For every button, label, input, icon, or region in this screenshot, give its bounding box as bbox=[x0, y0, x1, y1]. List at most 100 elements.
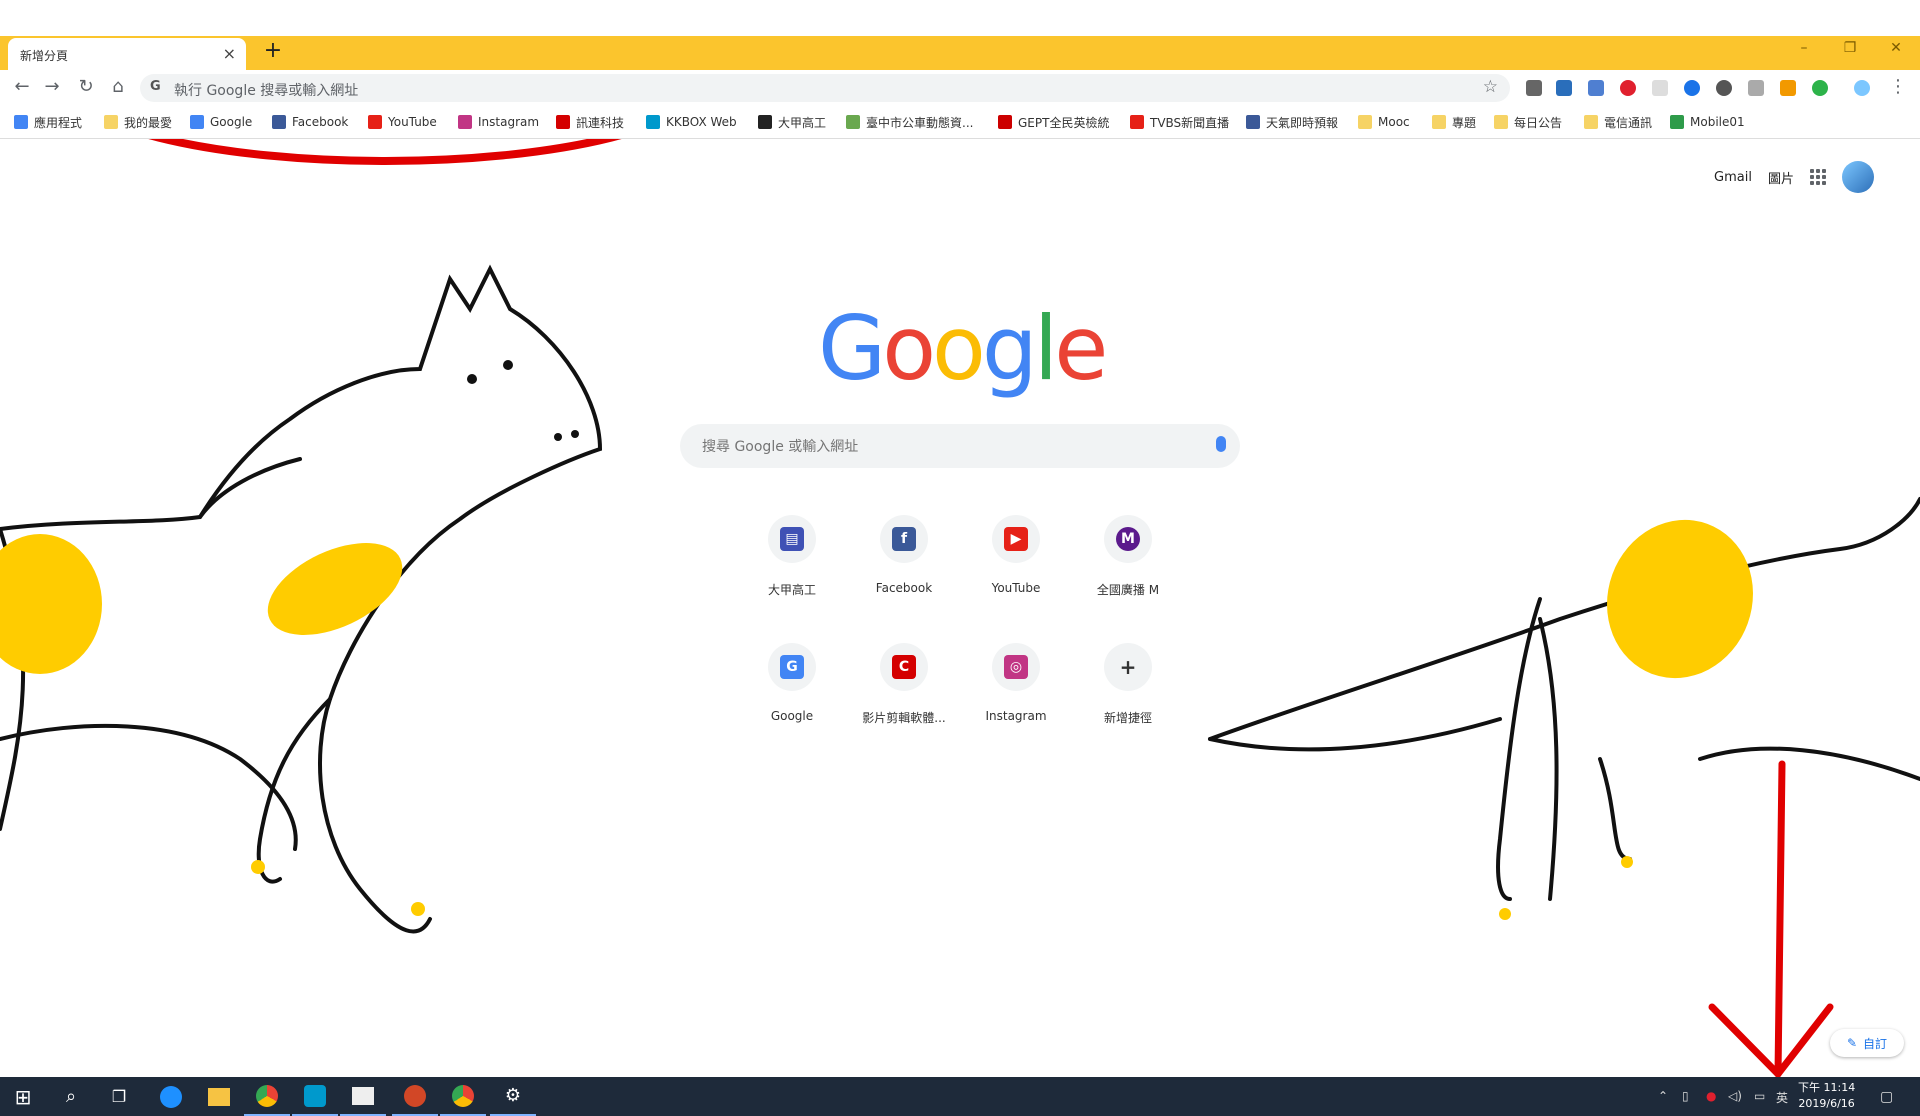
chrome-profile-icon[interactable] bbox=[440, 1077, 486, 1116]
bookmark-item[interactable]: 訊連科技 bbox=[556, 113, 624, 131]
shortcut-icon: ▶ bbox=[992, 515, 1040, 563]
bookmark-item[interactable]: 大甲高工 bbox=[758, 113, 826, 131]
bookmark-item[interactable]: TVBS新聞直播 bbox=[1130, 113, 1229, 131]
bookmark-item[interactable]: Mooc bbox=[1358, 113, 1410, 131]
bookmark-item[interactable]: Instagram bbox=[458, 113, 539, 131]
kkbox-icon[interactable] bbox=[292, 1077, 338, 1116]
ext-blue-icon[interactable] bbox=[1684, 80, 1700, 96]
images-link[interactable]: 圖片 bbox=[1768, 168, 1794, 187]
home-button[interactable]: ⌂ bbox=[106, 76, 130, 97]
ext-shield-icon[interactable] bbox=[1652, 80, 1668, 96]
windows-taskbar: ⊞ ⌕ ❐ ⚙ ⌃ ▯ ● ◁) ▭ 英 下午 11:14 2019/6/16 … bbox=[0, 1077, 1920, 1116]
google-logo: Google bbox=[818, 297, 1108, 400]
shortcut-glyph: ▤ bbox=[780, 527, 804, 551]
photos-icon[interactable] bbox=[340, 1077, 386, 1116]
search-input[interactable] bbox=[700, 434, 1184, 460]
bookmark-label: YouTube bbox=[388, 115, 437, 129]
bookmark-item[interactable]: GEPT全民英檢統 bbox=[998, 113, 1109, 131]
microphone-icon[interactable] bbox=[1216, 436, 1226, 452]
shortcut-tile[interactable]: ▤ 大甲高工 bbox=[736, 505, 848, 617]
tray-battery-icon[interactable]: ▯ bbox=[1682, 1089, 1689, 1103]
tray-chevron-icon[interactable]: ⌃ bbox=[1658, 1089, 1668, 1103]
reload-button[interactable]: ↻ bbox=[74, 76, 98, 97]
ext-chat-icon[interactable] bbox=[1716, 80, 1732, 96]
shortcut-label: 大甲高工 bbox=[767, 583, 816, 597]
file-explorer-icon[interactable] bbox=[196, 1077, 242, 1116]
bookmark-item[interactable]: Google bbox=[190, 113, 252, 131]
shortcut-tile[interactable]: + 新增捷徑 bbox=[1072, 633, 1184, 745]
omnibox[interactable]: G 執行 Google 搜尋或輸入網址 ☆ bbox=[140, 74, 1510, 102]
restore-button[interactable]: ❐ bbox=[1830, 40, 1870, 56]
bookmark-item[interactable]: 我的最愛 bbox=[104, 113, 172, 131]
calendar-ext-icon[interactable] bbox=[1556, 80, 1572, 96]
gept-icon bbox=[998, 115, 1012, 129]
menu-icon[interactable]: ⋮ bbox=[1886, 76, 1910, 97]
task-view-icon[interactable]: ❐ bbox=[96, 1077, 142, 1116]
bookmark-item[interactable]: 每日公告 bbox=[1494, 113, 1562, 131]
folder-icon bbox=[1494, 115, 1508, 129]
bookmark-label: Mooc bbox=[1378, 115, 1410, 129]
start-button[interactable]: ⊞ bbox=[0, 1077, 46, 1116]
red-circle-annotation bbox=[148, 139, 622, 165]
minimize-button[interactable]: – bbox=[1784, 40, 1824, 56]
pencil-icon: ✎ bbox=[1846, 1036, 1858, 1050]
tray-app-icon[interactable]: ● bbox=[1706, 1089, 1716, 1103]
chrome-icon[interactable] bbox=[244, 1077, 290, 1116]
bookmark-item[interactable]: Facebook bbox=[272, 113, 348, 131]
customize-button[interactable]: ✎ 自訂 bbox=[1830, 1029, 1904, 1057]
shortcut-tile[interactable]: f Facebook bbox=[848, 505, 960, 617]
edge-icon[interactable] bbox=[148, 1077, 194, 1116]
taskbar-clock[interactable]: 下午 11:14 2019/6/16 bbox=[1798, 1080, 1855, 1112]
notification-icon[interactable]: ▢ bbox=[1880, 1089, 1893, 1105]
ext-orange-icon[interactable] bbox=[1780, 80, 1796, 96]
shortcut-tile[interactable]: G Google bbox=[736, 633, 848, 745]
close-window-button[interactable]: ✕ bbox=[1876, 40, 1916, 56]
new-tab-button[interactable]: + bbox=[260, 38, 286, 63]
bookmark-item[interactable]: KKBOX Web bbox=[646, 113, 737, 131]
shortcut-tile[interactable]: M 全國廣播 M bbox=[1072, 505, 1184, 617]
forward-button[interactable]: → bbox=[40, 76, 64, 97]
bookmark-item[interactable]: 專題 bbox=[1432, 113, 1476, 131]
gmail-link[interactable]: Gmail bbox=[1714, 170, 1752, 185]
facebook-icon bbox=[1246, 115, 1260, 129]
shortcut-icon: + bbox=[1104, 643, 1152, 691]
profile-avatar[interactable] bbox=[1854, 80, 1870, 96]
gmail-ext-icon[interactable] bbox=[1526, 80, 1542, 96]
shortcut-tile[interactable]: C 影片剪輯軟體... bbox=[848, 633, 960, 745]
bookmark-item[interactable]: YouTube bbox=[368, 113, 437, 131]
account-avatar[interactable] bbox=[1842, 161, 1874, 193]
shortcut-glyph: ◎ bbox=[1004, 655, 1028, 679]
tab-close-icon[interactable]: × bbox=[223, 44, 236, 63]
shortcut-icon: C bbox=[880, 643, 928, 691]
school-icon bbox=[758, 115, 772, 129]
search-box[interactable] bbox=[680, 424, 1240, 468]
bookmark-star-icon[interactable]: ☆ bbox=[1483, 77, 1498, 97]
folder-icon bbox=[1358, 115, 1372, 129]
shortcut-tile[interactable]: ◎ Instagram bbox=[960, 633, 1072, 745]
bookmark-label: Mobile01 bbox=[1690, 115, 1745, 129]
tray-volume-icon[interactable]: ◁) bbox=[1728, 1089, 1742, 1103]
shortcut-icon: f bbox=[880, 515, 928, 563]
shortcut-glyph: ▶ bbox=[1004, 527, 1028, 551]
bookmark-item[interactable]: 天氣即時預報 bbox=[1246, 113, 1338, 131]
shortcut-tile[interactable]: ▶ YouTube bbox=[960, 505, 1072, 617]
tray-language-icon[interactable]: 英 bbox=[1776, 1089, 1788, 1106]
search-icon[interactable]: ⌕ bbox=[48, 1077, 94, 1116]
bookmark-item[interactable]: 應用程式 bbox=[14, 113, 82, 131]
apps-grid-icon[interactable] bbox=[1810, 169, 1826, 185]
bookmark-item[interactable]: Mobile01 bbox=[1670, 113, 1745, 131]
bookmark-item[interactable]: 電信通訊 bbox=[1584, 113, 1652, 131]
powerpoint-icon[interactable] bbox=[392, 1077, 438, 1116]
ext-green-icon[interactable] bbox=[1812, 80, 1828, 96]
bookmark-label: TVBS新聞直播 bbox=[1150, 115, 1230, 130]
ext-red-icon[interactable] bbox=[1620, 80, 1636, 96]
settings-gear-icon[interactable]: ⚙ bbox=[490, 1077, 536, 1116]
ext-pdf-icon[interactable] bbox=[1748, 80, 1764, 96]
mobile01-icon bbox=[1670, 115, 1684, 129]
back-button[interactable]: ← bbox=[10, 76, 34, 97]
tray-network-icon[interactable]: ▭ bbox=[1754, 1089, 1765, 1103]
translate-ext-icon[interactable] bbox=[1588, 80, 1604, 96]
bookmark-item[interactable]: 臺中市公車動態資... bbox=[846, 113, 973, 131]
folder-icon bbox=[1432, 115, 1446, 129]
tab-new-tab[interactable]: 新增分頁 × bbox=[8, 38, 246, 70]
